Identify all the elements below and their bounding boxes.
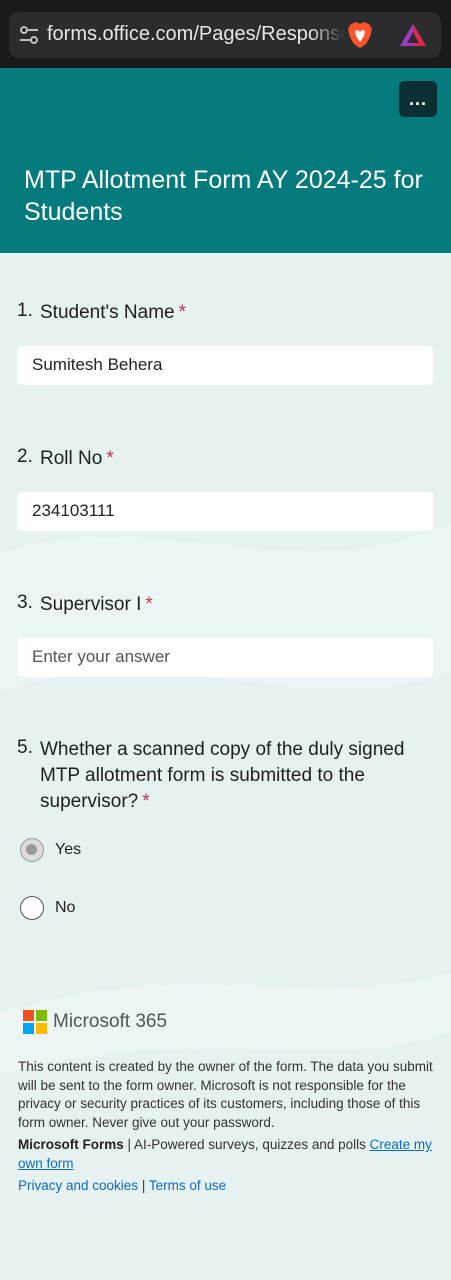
browser-toolbar: forms.office.com/Pages/ResponsePage.aspx	[0, 0, 451, 68]
brave-rewards-icon[interactable]	[399, 23, 427, 47]
question-number: 5.	[17, 737, 33, 758]
microsoft-logo-icon	[23, 1010, 47, 1034]
required-marker: *	[145, 594, 153, 615]
legal-links: Privacy and cookies | Terms of use	[18, 1177, 436, 1196]
privacy-link[interactable]: Privacy and cookies	[18, 1178, 138, 1193]
roll-no-input[interactable]: 234103111	[17, 492, 433, 531]
site-settings-icon[interactable]	[19, 26, 39, 44]
url-text[interactable]: forms.office.com/Pages/ResponsePage.aspx	[47, 23, 345, 47]
radio-option-yes[interactable]: Yes	[20, 837, 81, 863]
radio-button-selected[interactable]	[20, 838, 44, 862]
question-number: 1.	[17, 300, 33, 321]
radio-option-no[interactable]: No	[20, 895, 75, 921]
question-number: 2.	[17, 446, 33, 467]
question-number: 3.	[17, 592, 33, 613]
microsoft-365-brand: Microsoft 365	[53, 1011, 168, 1032]
disclaimer-text: This content is created by the owner of …	[18, 1059, 433, 1130]
radio-label[interactable]: No	[55, 899, 75, 917]
form-title: MTP Allotment Form AY 2024-25 for Studen…	[24, 166, 423, 226]
question-label: Roll No *	[40, 448, 114, 469]
question-label: Student's Name *	[40, 302, 186, 323]
form-header: ... MTP Allotment Form AY 2024-25 for St…	[0, 68, 451, 253]
question-label: Whether a scanned copy of the duly signe…	[40, 739, 405, 812]
forms-tagline: Microsoft Forms | AI-Powered surveys, qu…	[18, 1136, 436, 1173]
radio-label[interactable]: Yes	[55, 841, 81, 859]
terms-link[interactable]: Terms of use	[149, 1178, 226, 1193]
product-name: Microsoft Forms	[18, 1137, 124, 1152]
required-marker: *	[178, 302, 186, 323]
question-label: Supervisor I *	[40, 594, 153, 615]
tagline-text: | AI-Powered surveys, quizzes and polls	[123, 1137, 370, 1152]
required-marker: *	[142, 791, 150, 812]
address-bar[interactable]: forms.office.com/Pages/ResponsePage.aspx	[9, 12, 441, 58]
brave-shields-icon[interactable]	[347, 21, 373, 49]
student-name-input[interactable]: Sumitesh Behera	[17, 346, 433, 385]
supervisor-input[interactable]: Enter your answer	[17, 638, 433, 677]
required-marker: *	[106, 448, 114, 469]
link-separator: |	[138, 1178, 149, 1193]
radio-button[interactable]	[20, 896, 44, 920]
more-options-button[interactable]: ...	[399, 81, 437, 117]
